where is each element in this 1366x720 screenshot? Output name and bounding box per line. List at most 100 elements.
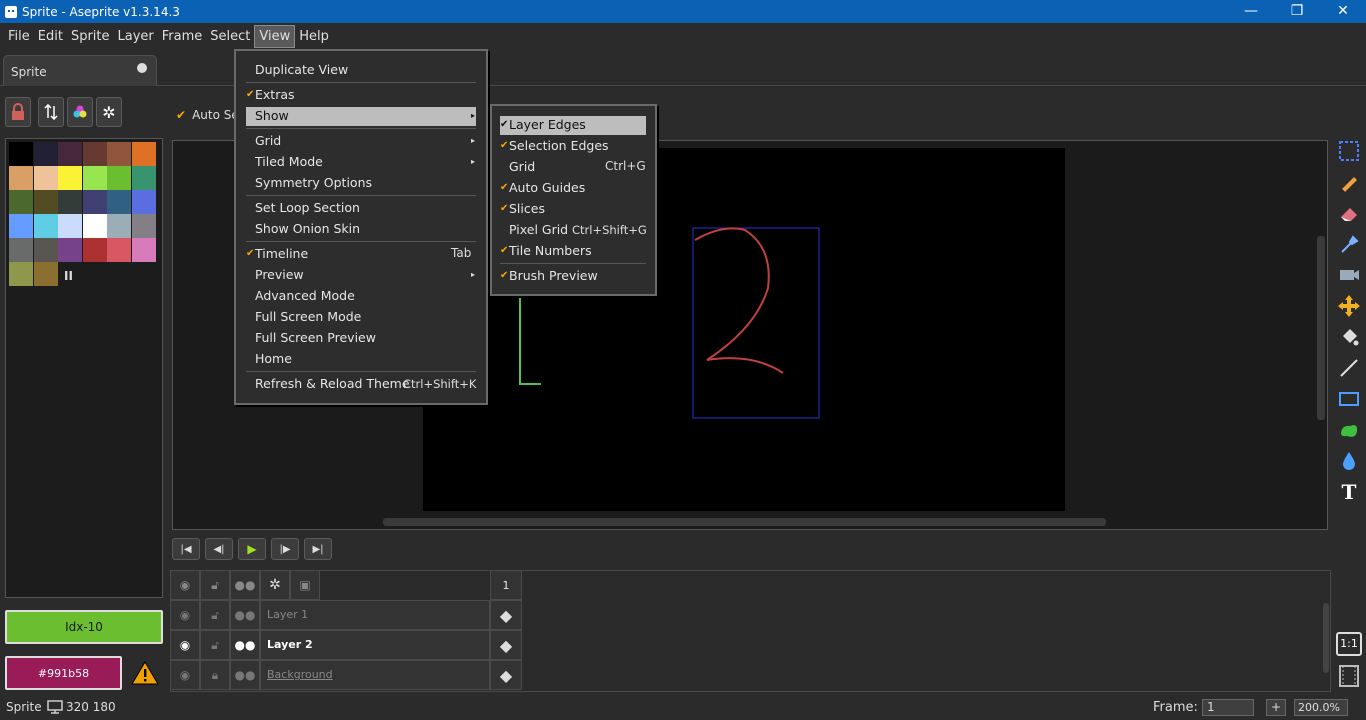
layer-name[interactable]: Layer 1	[260, 600, 490, 630]
pause-icon[interactable]: II	[64, 269, 73, 283]
filmstrip-button[interactable]	[1338, 664, 1360, 688]
palette-swatch[interactable]	[33, 166, 58, 190]
background-color-button[interactable]: #991b58	[5, 656, 122, 690]
layer-visibility-toggle[interactable]: ◉	[170, 660, 200, 690]
menu-item-duplicate-view[interactable]: Duplicate View	[255, 59, 348, 80]
palette-swatch[interactable]	[9, 238, 33, 262]
menu-item-full-screen-mode[interactable]: Full Screen Mode	[255, 306, 361, 327]
palette-swatch[interactable]	[58, 142, 82, 166]
menu-item-grid[interactable]: Grid ▸	[255, 130, 475, 151]
submenu-item-pixel-grid[interactable]: Pixel Grid Ctrl+Shift+G	[509, 219, 647, 240]
layer-cel[interactable]: ◆	[490, 630, 522, 660]
blur-tool[interactable]	[1335, 447, 1363, 475]
frame-input[interactable]: 1	[1202, 699, 1254, 716]
color-mode-button[interactable]	[67, 97, 93, 127]
palette-swatch[interactable]	[82, 238, 107, 262]
layer-lock-toggle[interactable]: 🔒︎	[200, 660, 230, 690]
layer-continuous-toggle[interactable]: ●●	[230, 630, 260, 660]
layer-row[interactable]: ◉ 🔓︎ ●● Layer 1 ◆	[170, 600, 522, 630]
rectangle-tool[interactable]	[1335, 385, 1363, 413]
layer-row[interactable]: ◉ 🔓︎ ●● Layer 2 ◆	[170, 630, 522, 660]
palette-swatch[interactable]	[9, 166, 33, 190]
layer-name[interactable]: Layer 2	[260, 630, 490, 660]
layer-continuous-toggle[interactable]: ●●	[230, 600, 260, 630]
horizontal-scrollbar[interactable]	[383, 518, 1106, 526]
eyedropper-tool[interactable]	[1335, 230, 1363, 258]
palette-swatch[interactable]	[33, 262, 58, 286]
palette-swatch[interactable]	[82, 166, 107, 190]
layer-lock-toggle[interactable]: 🔓︎	[200, 600, 230, 630]
menu-layer[interactable]: Layer	[114, 26, 158, 47]
palette-swatch[interactable]	[82, 190, 107, 214]
palette-swatch[interactable]	[9, 262, 33, 286]
submenu-item-selection-edges[interactable]: ✔ Selection Edges	[500, 135, 609, 156]
foreground-color-button[interactable]: Idx-10	[5, 610, 163, 644]
layer-cel[interactable]: ◆	[490, 660, 522, 690]
move-tool[interactable]	[1335, 292, 1363, 320]
submenu-item-grid[interactable]: Grid Ctrl+G	[509, 156, 646, 177]
layer-name[interactable]: Background	[260, 660, 490, 690]
timeline-scrollbar[interactable]	[1323, 603, 1329, 673]
palette-swatch[interactable]	[131, 238, 156, 262]
lock-button[interactable]	[5, 97, 31, 127]
modified-dot-icon[interactable]	[137, 63, 147, 73]
marquee-tool[interactable]	[1335, 137, 1363, 165]
close-button[interactable]: ✕	[1320, 0, 1366, 23]
palette-swatch[interactable]	[33, 238, 58, 262]
warning-icon[interactable]	[131, 660, 159, 689]
layer-cel[interactable]: ◆	[490, 600, 522, 630]
menu-item-timeline[interactable]: ✔ Timeline Tab	[246, 243, 473, 264]
submenu-item-layer-edges[interactable]: ✔ Layer Edges	[500, 114, 586, 135]
text-tool[interactable]: T	[1335, 478, 1363, 506]
paint-bucket-tool[interactable]	[1335, 323, 1363, 351]
palette-swatch[interactable]	[9, 142, 33, 166]
palette-swatch[interactable]	[107, 166, 131, 190]
menu-help[interactable]: Help	[295, 26, 333, 47]
minimize-button[interactable]: —	[1228, 0, 1274, 23]
palette-swatch[interactable]	[131, 142, 156, 166]
line-tool[interactable]	[1335, 354, 1363, 382]
menu-frame[interactable]: Frame	[158, 26, 207, 47]
menu-item-set-loop-section[interactable]: Set Loop Section	[255, 197, 360, 218]
menu-item-show[interactable]: Show ▸	[255, 105, 475, 126]
continuous-header-button[interactable]: ●●	[230, 570, 260, 600]
zoom-input[interactable]: 200.0%	[1294, 699, 1348, 716]
submenu-item-auto-guides[interactable]: ✔ Auto Guides	[500, 177, 585, 198]
menu-item-extras[interactable]: ✔ Extras	[246, 84, 295, 105]
menu-file[interactable]: File	[4, 26, 34, 47]
next-frame-button[interactable]: |▶	[271, 538, 299, 560]
menu-item-symmetry-options[interactable]: Symmetry Options	[255, 172, 372, 193]
last-frame-button[interactable]: ▶|	[304, 538, 332, 560]
tab-sprite[interactable]: Sprite	[3, 55, 157, 86]
submenu-item-tile-numbers[interactable]: ✔ Tile Numbers	[500, 240, 592, 261]
menu-item-preview[interactable]: Preview ▸	[255, 264, 475, 285]
previous-frame-button[interactable]: ◀|	[205, 538, 233, 560]
menu-item-refresh-reload-theme[interactable]: Refresh & Reload Theme Ctrl+Shift+K	[255, 373, 476, 394]
submenu-item-brush-preview[interactable]: ✔ Brush Preview	[500, 265, 598, 286]
menu-item-home[interactable]: Home	[255, 348, 292, 369]
camera-tool[interactable]	[1335, 261, 1363, 289]
zoom-ratio-button[interactable]: 1:1	[1336, 632, 1362, 656]
palette-swatch[interactable]	[107, 190, 131, 214]
menu-item-advanced-mode[interactable]: Advanced Mode	[255, 285, 355, 306]
palette-swatch[interactable]	[58, 214, 82, 238]
swap-button[interactable]	[38, 97, 64, 127]
palette-swatch[interactable]	[58, 166, 82, 190]
menu-sprite[interactable]: Sprite	[67, 26, 114, 47]
palette-swatch[interactable]	[9, 190, 33, 214]
contour-tool[interactable]	[1335, 416, 1363, 444]
palette-swatch[interactable]	[131, 190, 156, 214]
palette-swatch[interactable]	[131, 214, 156, 238]
layer-row[interactable]: ◉ 🔒︎ ●● Background ◆	[170, 660, 522, 690]
onion-skin-button[interactable]: ▣	[290, 570, 320, 600]
layer-lock-toggle[interactable]: 🔓︎	[200, 630, 230, 660]
palette-swatch[interactable]	[131, 166, 156, 190]
palette-swatch[interactable]	[82, 142, 107, 166]
visibility-header-button[interactable]: ◉	[170, 570, 200, 600]
menu-view[interactable]: View	[254, 25, 296, 48]
layer-continuous-toggle[interactable]: ●●	[230, 660, 260, 690]
frame-header-1[interactable]: 1	[490, 570, 522, 600]
palette-swatch[interactable]	[9, 214, 33, 238]
palette-swatch[interactable]	[107, 142, 131, 166]
settings-button[interactable]: ✲	[96, 97, 122, 127]
